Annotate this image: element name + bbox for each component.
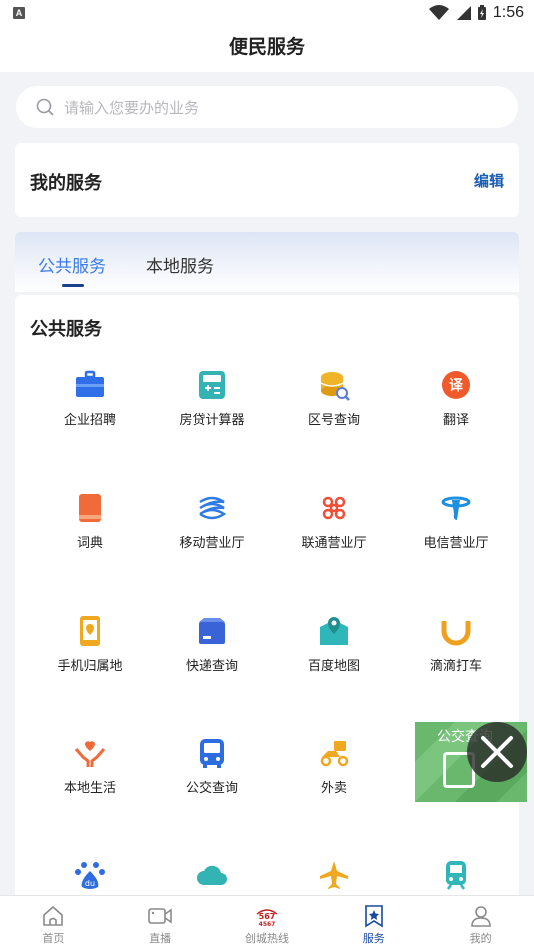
service-label: 电信营业厅	[423, 535, 489, 550]
service-tabs: 公共服务 本地服务	[15, 232, 519, 292]
package-icon	[199, 618, 225, 644]
service-label: 滴滴打车	[429, 658, 482, 673]
search-input[interactable]: 请输入您要办的业务	[16, 86, 518, 128]
map-icon	[320, 617, 348, 645]
service-item-baidu-map[interactable]: 百度地图	[273, 615, 395, 725]
service-item-takeout[interactable]: 外卖	[273, 737, 395, 847]
service-item-express[interactable]: 快递查询	[151, 615, 273, 725]
status-bar: A 1:56	[0, 0, 534, 28]
tab-public-services[interactable]: 公共服务	[38, 252, 106, 277]
coins-search-icon	[320, 372, 350, 401]
nav-services[interactable]: 服务	[320, 896, 427, 950]
service-label: 区号查询	[307, 412, 360, 427]
service-label: 联通营业厅	[301, 535, 367, 550]
search-area: 请输入您要办的业务	[0, 72, 534, 132]
tab-indicator	[62, 284, 84, 287]
nav-label: 首页	[42, 933, 65, 945]
service-label: 手机归属地	[57, 658, 123, 673]
status-indicators: 1:56	[428, 4, 524, 22]
service-label: 本地生活	[63, 780, 116, 795]
nav-hotline[interactable]: 567 4567 创城热线	[214, 896, 321, 950]
bus-icon	[200, 739, 224, 768]
edit-button[interactable]: 编辑	[474, 170, 504, 191]
service-label: 翻译	[442, 412, 469, 427]
search-placeholder: 请输入您要办的业务	[64, 99, 200, 117]
battery-icon	[477, 5, 486, 20]
service-label: 快递查询	[185, 658, 238, 673]
service-label: 移动营业厅	[179, 535, 245, 550]
section-title: 公共服务	[30, 319, 102, 339]
service-item-area-code[interactable]: 区号查询	[273, 369, 395, 479]
service-item-china-mobile[interactable]: 移动营业厅	[151, 492, 273, 602]
page-title: 便民服务	[228, 37, 305, 58]
nav-label: 服务	[362, 933, 385, 945]
briefcase-icon	[76, 370, 104, 397]
hotline-badge-top: 567	[259, 912, 276, 921]
star-bookmark-icon	[364, 905, 383, 928]
cloud-icon	[197, 865, 227, 885]
china-mobile-icon	[199, 496, 227, 520]
service-item-phone-location[interactable]: 手机归属地	[29, 615, 151, 725]
status-time: 1:56	[492, 4, 524, 21]
notification-icon: A	[13, 7, 25, 19]
airplane-icon	[320, 861, 348, 889]
close-ad-button[interactable]	[467, 722, 527, 782]
public-services-card: 公共服务 企业招聘 房贷计算器 区号查询 译 翻译 词典 移动营业厅 联通营业厅…	[15, 295, 519, 915]
service-item-bus[interactable]: 公交查询	[151, 737, 273, 847]
nav-label: 我的	[469, 933, 492, 945]
my-services-title: 我的服务	[30, 173, 102, 193]
service-label: 词典	[76, 535, 103, 550]
service-label: 房贷计算器	[179, 412, 245, 427]
nav-label: 直播	[149, 933, 172, 945]
service-item-local-life[interactable]: 本地生活	[29, 737, 151, 847]
my-services-card: 我的服务 编辑	[15, 143, 519, 217]
service-item-recruitment[interactable]: 企业招聘	[29, 369, 151, 479]
signal-icon	[456, 6, 471, 20]
svg-text:du: du	[85, 879, 95, 888]
service-label: 公交查询	[185, 780, 238, 795]
service-item-mortgage-calculator[interactable]: 房贷计算器	[151, 369, 273, 479]
service-item-dictionary[interactable]: 词典	[29, 492, 151, 602]
home-icon	[43, 905, 64, 926]
book-icon	[79, 494, 101, 522]
video-icon	[148, 908, 172, 924]
scooter-icon	[320, 741, 349, 767]
svg-text:译: 译	[449, 378, 464, 394]
hotline-icon: 5674567	[256, 909, 278, 928]
close-icon	[481, 736, 513, 768]
page-header: 便民服务	[0, 28, 534, 72]
service-label: 企业招聘	[63, 412, 116, 427]
service-label: 百度地图	[307, 658, 360, 673]
train-icon	[446, 861, 466, 890]
hotline-badge-bottom: 4567	[259, 921, 276, 928]
china-unicom-icon	[322, 496, 346, 520]
translate-icon: 译	[442, 371, 470, 399]
bottom-navigation: 首页 直播 567 4567 创城热线 服务 我的	[0, 895, 534, 950]
phone-location-icon	[80, 616, 100, 646]
hands-heart-icon	[74, 741, 106, 767]
baidu-paw-icon: du	[75, 862, 105, 889]
china-telecom-icon	[441, 496, 471, 520]
nav-home[interactable]: 首页	[0, 896, 107, 950]
nav-profile[interactable]: 我的	[427, 896, 534, 950]
user-icon	[470, 906, 491, 927]
service-label: 外卖	[320, 780, 347, 795]
service-item-china-unicom[interactable]: 联通营业厅	[273, 492, 395, 602]
nav-label: 创城热线	[244, 933, 289, 945]
didi-icon	[441, 621, 471, 646]
service-item-didi[interactable]: 滴滴打车	[395, 615, 517, 725]
wifi-icon	[428, 5, 449, 20]
tab-local-services[interactable]: 本地服务	[146, 252, 214, 277]
calculator-icon	[199, 371, 225, 399]
search-icon	[36, 98, 54, 116]
service-item-china-telecom[interactable]: 电信营业厅	[395, 492, 517, 602]
service-item-translate[interactable]: 译 翻译	[395, 369, 517, 479]
nav-live[interactable]: 直播	[107, 896, 214, 950]
